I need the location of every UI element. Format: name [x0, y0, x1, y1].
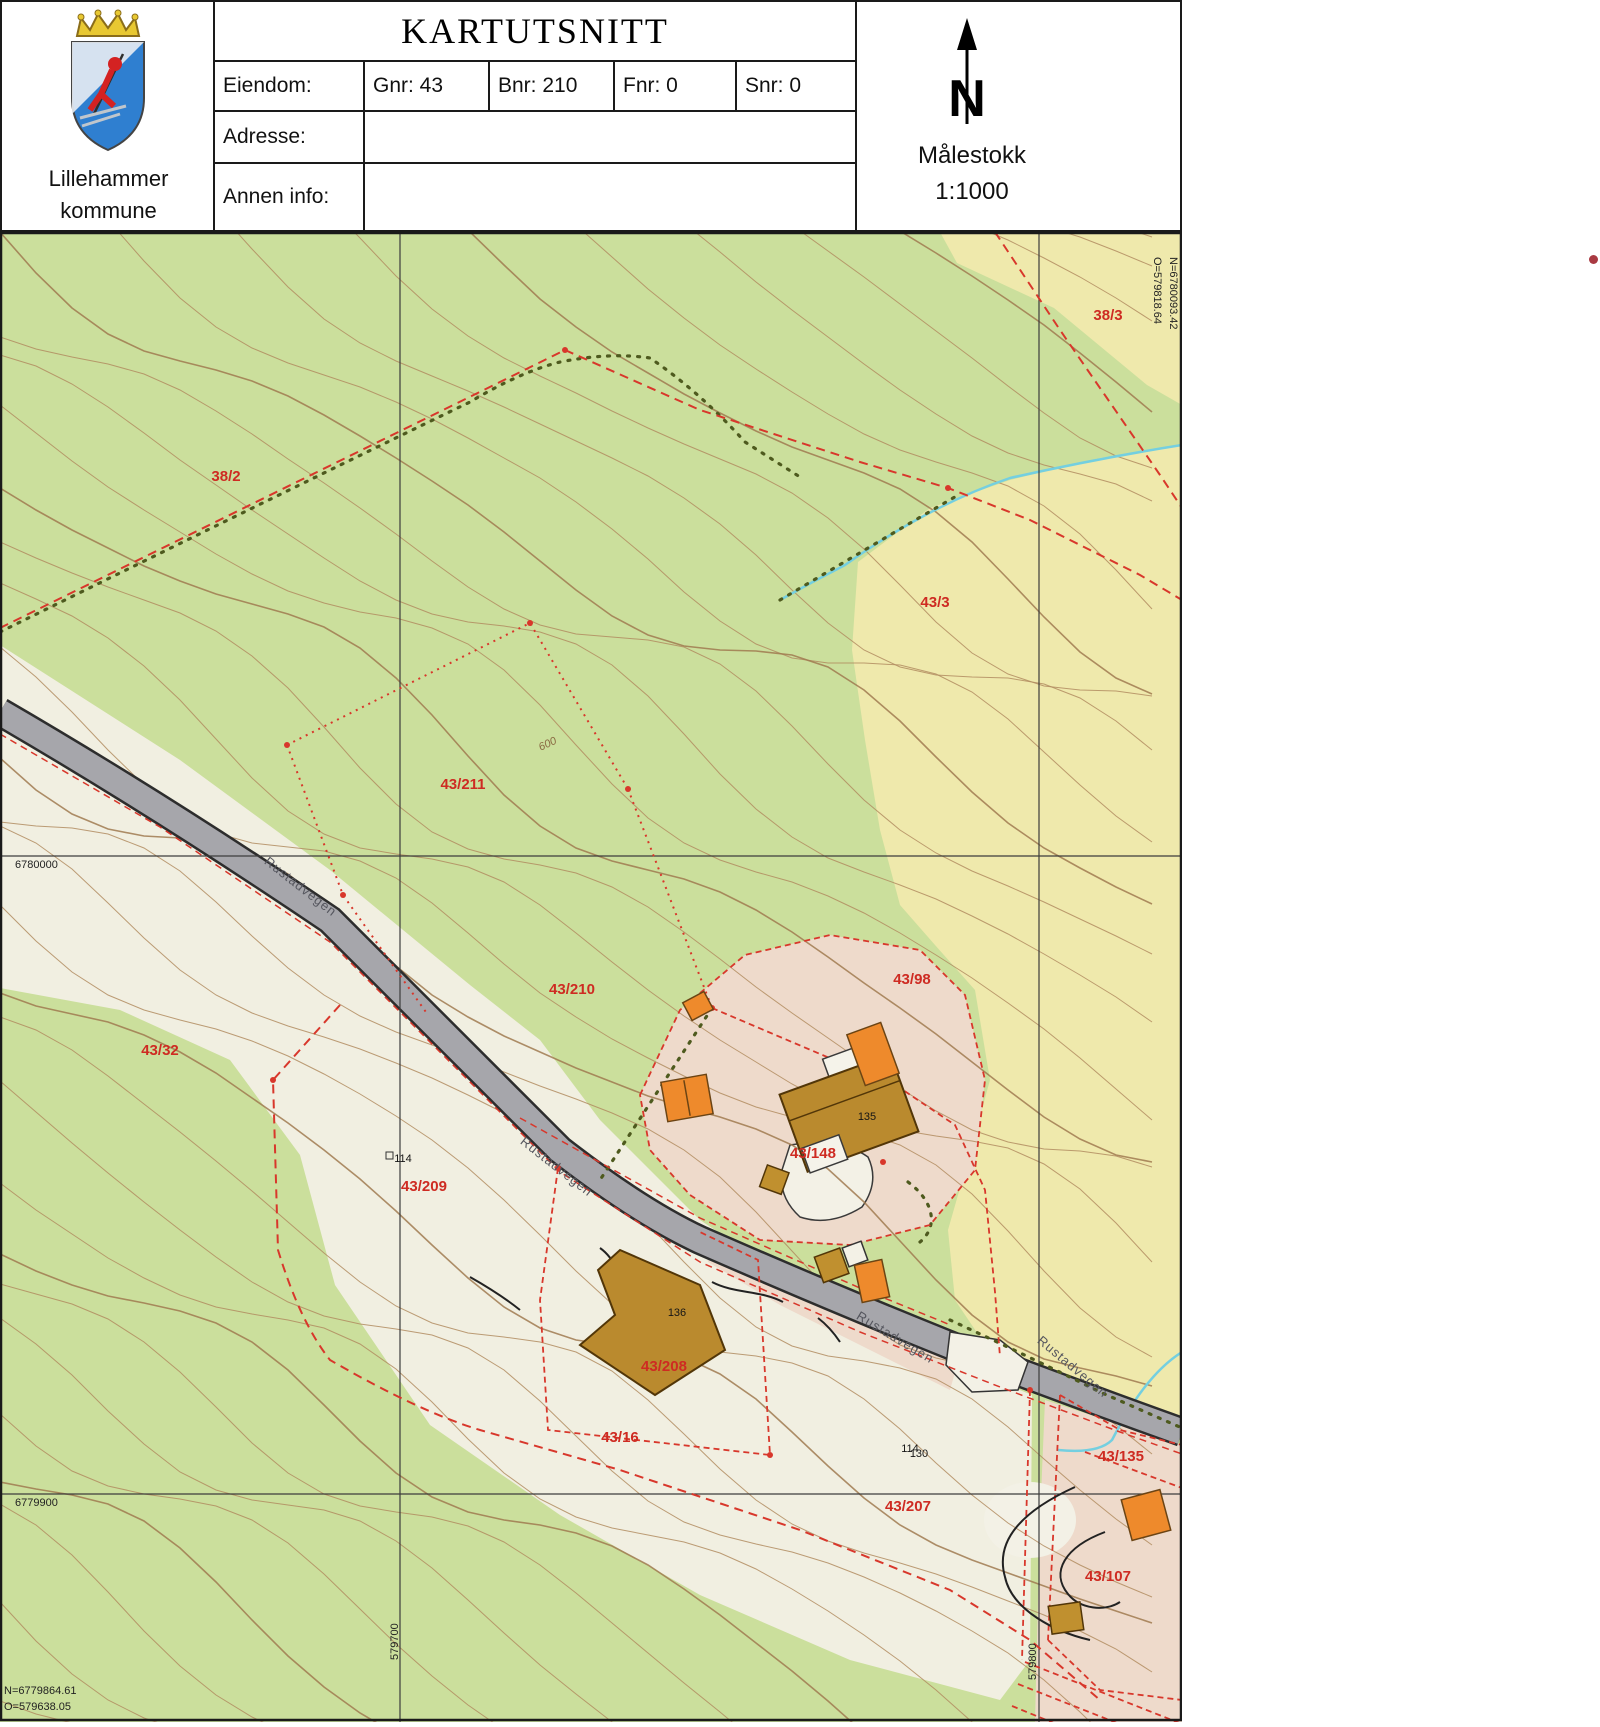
corner-coordinate-o: O=579818.64 — [1151, 257, 1163, 324]
adresse-label: Adresse: — [215, 112, 365, 164]
gnr-value: Gnr: 43 — [365, 62, 490, 112]
house-number: 135 — [858, 1111, 876, 1123]
parcel-label: 43/98 — [893, 971, 931, 988]
north-arrow-icon: N — [948, 18, 986, 128]
parcel-label: 43/32 — [141, 1042, 179, 1059]
grid-east-label: 579800 — [1027, 1643, 1039, 1680]
map-canvas: 38/2 38/3 43/3 43/211 43/210 43/98 43/32… — [0, 172, 1188, 1727]
annen-info-value — [365, 164, 855, 230]
annen-info-label: Annen info: — [215, 164, 365, 230]
grid-north-label: 6779900 — [15, 1497, 58, 1509]
municipality-name: Lillehammer — [48, 166, 169, 191]
scale-label: Målestokk — [917, 142, 1027, 169]
fnr-value: Fnr: 0 — [615, 62, 737, 112]
corner-coordinate-n: N=6779864.61 — [4, 1685, 76, 1697]
parcel-label: 43/3 — [920, 594, 949, 611]
parcel-label: 43/16 — [601, 1429, 639, 1446]
north-letter: N — [948, 70, 986, 128]
house-number: 136 — [668, 1307, 686, 1319]
parcel-label: 43/148 — [790, 1145, 836, 1162]
adresse-value — [365, 112, 855, 164]
map-sheet: Lillehammer kommune KARTUTSNITT Eiendom:… — [0, 0, 1188, 1727]
eiendom-label: Eiendom: — [215, 62, 365, 112]
grid-north-label: 6780000 — [15, 859, 58, 871]
parcel-label: 38/2 — [211, 468, 240, 485]
parcel-label: 43/107 — [1085, 1568, 1131, 1585]
parcel-label: 43/209 — [401, 1178, 447, 1195]
coat-of-arms — [71, 9, 145, 152]
parcel-label: 43/207 — [885, 1498, 931, 1515]
title-block: Lillehammer kommune KARTUTSNITT Eiendom:… — [0, 0, 1182, 232]
scale-box: N Målestokk 1:1000 — [857, 2, 1182, 230]
municipality-name-2: kommune — [60, 198, 157, 223]
header-table: KARTUTSNITT Eiendom: Gnr: 43 Bnr: 210 Fn… — [215, 2, 857, 230]
sheet-title: KARTUTSNITT — [215, 2, 855, 62]
parcel-label: 38/3 — [1093, 307, 1122, 324]
grid-east-label: 579700 — [389, 1623, 401, 1660]
marker-dot — [1589, 255, 1598, 264]
building-southeast-shed — [1047, 1601, 1085, 1635]
corner-coordinate-n: N=6780093.42 — [1167, 257, 1179, 329]
municipality-box: Lillehammer kommune — [2, 2, 215, 230]
parcel-label: 43/211 — [440, 776, 485, 793]
scale-value: 1:1000 — [935, 178, 1009, 205]
parcel-label: 43/135 — [1098, 1448, 1144, 1465]
map-area: 38/2 38/3 43/3 43/211 43/210 43/98 43/32… — [0, 172, 1188, 1727]
parcel-label: 43/208 — [641, 1358, 687, 1375]
corner-coordinate-o: O=579638.05 — [4, 1701, 71, 1713]
parcel-label: 43/210 — [549, 981, 595, 998]
snr-value: Snr: 0 — [737, 62, 855, 112]
house-number: 114 — [394, 1153, 412, 1165]
house-number-small: 114 — [901, 1443, 919, 1455]
bnr-value: Bnr: 210 — [490, 62, 615, 112]
